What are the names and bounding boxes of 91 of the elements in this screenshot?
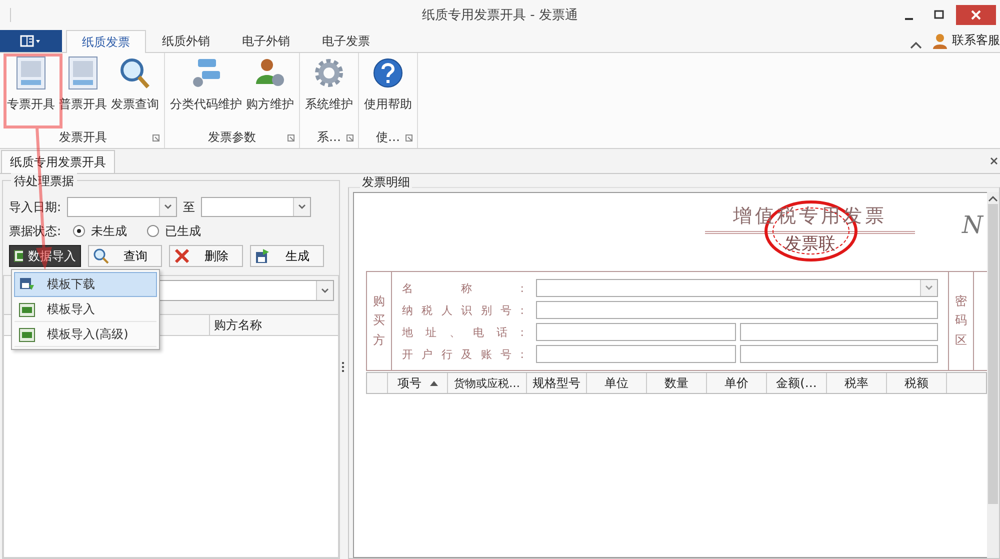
close-icon[interactable] xyxy=(990,157,998,165)
number-label: N xyxy=(962,211,983,239)
spreadsheet-icon xyxy=(14,250,23,262)
close-button[interactable] xyxy=(956,5,996,25)
input-field[interactable] xyxy=(536,345,736,363)
window-title: 纸质专用发票开具 - 发票通 xyxy=(422,7,578,24)
scrollbar-thumb[interactable] xyxy=(988,204,998,504)
section-label: 密码区 xyxy=(955,293,967,349)
action-button[interactable]: 生成 xyxy=(250,245,324,267)
date-field[interactable] xyxy=(201,197,312,217)
action-button[interactable]: 删除 xyxy=(169,245,243,267)
close-icon xyxy=(971,10,981,20)
field-label: 地址、电话: xyxy=(402,324,527,340)
input-field[interactable] xyxy=(536,323,736,341)
ribbon-tab[interactable]: 纸质外销 xyxy=(146,30,226,52)
field-label: 至 xyxy=(183,198,196,216)
menu-item[interactable]: 模板下载 xyxy=(14,272,157,297)
launcher-icon[interactable] xyxy=(287,134,295,142)
ribbon-button[interactable]: 发票查询 xyxy=(109,53,161,113)
ribbon-button[interactable]: 专票开具 xyxy=(5,53,57,113)
copy-label: 发票联 xyxy=(784,233,836,255)
column-header[interactable]: 单价 xyxy=(707,373,767,393)
book-icon xyxy=(20,35,42,47)
ribbon-tab[interactable]: 纸质发票 xyxy=(66,30,146,53)
gear-icon xyxy=(313,56,345,90)
column-header[interactable]: 税率 xyxy=(827,373,887,393)
caret-icon xyxy=(298,204,306,210)
column-header[interactable]: 项号 xyxy=(388,373,448,393)
column-header[interactable]: 规格型号 xyxy=(527,373,587,393)
ribbon-button[interactable]: 购方维护 xyxy=(244,53,296,113)
group-label: 系… xyxy=(317,128,341,146)
caret-icon xyxy=(164,204,172,210)
group-label: 使… xyxy=(376,128,400,146)
field-label: 开户行及账号: xyxy=(402,346,527,362)
column-header[interactable]: 货物或应税… xyxy=(448,373,527,393)
scroll-up-icon[interactable] xyxy=(988,196,998,202)
panel-title: 发票明细 xyxy=(360,174,412,191)
support-link[interactable]: 联系客服 xyxy=(952,32,1000,49)
maximize-icon xyxy=(934,10,944,20)
column-header[interactable]: 金额(… xyxy=(767,373,827,393)
download-icon xyxy=(19,276,35,292)
panel-title: 待处理票据 xyxy=(11,173,77,190)
column-header[interactable]: 单位 xyxy=(587,373,647,393)
menu-item[interactable]: 模板导入(高级) xyxy=(14,322,157,347)
date-field[interactable] xyxy=(67,197,178,217)
collapse-icon[interactable] xyxy=(910,41,922,49)
document-icon xyxy=(15,56,47,90)
launcher-icon[interactable] xyxy=(405,134,413,142)
column-header[interactable]: 数量 xyxy=(647,373,707,393)
caret-icon xyxy=(321,288,329,294)
caret-icon xyxy=(925,285,933,291)
person-icon xyxy=(932,33,948,49)
group-label: 发票开具 xyxy=(59,128,107,146)
column-header[interactable]: 税额 xyxy=(887,373,947,393)
field-label: 纳税人识别号: xyxy=(402,302,527,318)
spreadsheet-icon xyxy=(19,302,35,316)
ribbon-button[interactable]: 普票开具 xyxy=(57,53,109,113)
document-icon xyxy=(67,56,99,90)
app-menu-button[interactable] xyxy=(0,30,62,52)
field-label: 名称: xyxy=(402,280,527,296)
help-icon xyxy=(372,56,404,90)
buyer-name-dropdown[interactable] xyxy=(536,279,938,297)
menu-item[interactable]: 模板导入 xyxy=(14,297,157,322)
splitter-handle[interactable] xyxy=(342,362,346,372)
group-label: 发票参数 xyxy=(208,128,256,146)
save-arrow-icon xyxy=(255,248,271,264)
input-field[interactable] xyxy=(740,323,938,341)
field-label: 票据状态: xyxy=(9,222,62,240)
ribbon-button[interactable]: 系统维护 xyxy=(303,53,355,113)
sort-icon xyxy=(430,380,438,386)
minimize-icon xyxy=(905,18,913,20)
ribbon-tab[interactable]: 电子发票 xyxy=(306,30,386,52)
ribbon-button[interactable]: 分类代码维护 xyxy=(168,53,244,113)
launcher-icon[interactable] xyxy=(152,134,160,142)
launcher-icon[interactable] xyxy=(346,134,354,142)
input-field[interactable] xyxy=(536,301,938,319)
document-tab[interactable]: 纸质专用发票开具 xyxy=(1,150,115,173)
network-icon xyxy=(190,56,222,90)
section-label: 购买方 xyxy=(373,293,385,349)
ribbon-tab[interactable]: 电子外销 xyxy=(226,30,306,52)
action-button[interactable]: 数据导入 xyxy=(9,245,81,267)
ribbon-button[interactable]: 使用帮助 xyxy=(362,53,414,113)
status-radio[interactable]: 已生成 xyxy=(147,222,202,240)
search-icon xyxy=(119,56,151,90)
search-icon xyxy=(93,248,109,264)
status-radio[interactable]: 未生成 xyxy=(73,222,128,240)
delete-icon xyxy=(174,248,190,264)
input-field[interactable] xyxy=(740,345,938,363)
spreadsheet-icon xyxy=(19,328,35,342)
field-label: 导入日期: xyxy=(9,198,62,216)
action-button[interactable]: 查询 xyxy=(88,245,162,267)
